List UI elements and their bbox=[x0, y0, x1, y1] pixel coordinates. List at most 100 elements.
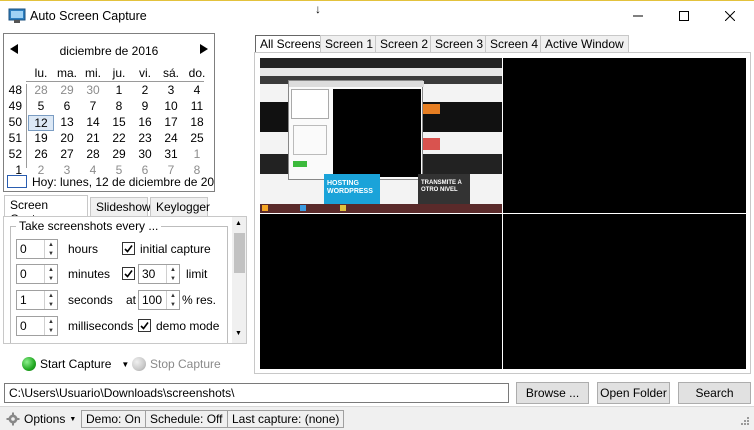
calendar-day[interactable]: 5 bbox=[28, 99, 54, 115]
calendar-day[interactable]: 26 bbox=[28, 147, 54, 163]
calendar-day[interactable]: 31 bbox=[158, 147, 184, 163]
minutes-stepper[interactable]: 0 ▲ ▼ bbox=[16, 264, 58, 284]
calendar-day[interactable]: 6 bbox=[54, 99, 80, 115]
calendar-day[interactable]: 22 bbox=[106, 131, 132, 147]
resolution-value: 100 bbox=[142, 293, 163, 307]
calendar-month-label[interactable]: diciembre de 2016 bbox=[4, 44, 214, 58]
screen-capture-panel: Take screenshots every ... 0 ▲ ▼ hours in… bbox=[3, 216, 247, 344]
maximize-icon bbox=[679, 11, 689, 21]
calendar-day[interactable]: 2 bbox=[132, 83, 158, 99]
chevron-up-icon[interactable]: ▲ bbox=[45, 265, 57, 274]
screens-preview-panel: HOSTING WORDPRESS TRANSMITE A OTRO NIVEL bbox=[254, 52, 751, 374]
scroll-down-icon[interactable]: ▼ bbox=[235, 330, 242, 337]
tab-slideshow[interactable]: Slideshow bbox=[90, 197, 151, 216]
calendar-day[interactable]: 8 bbox=[106, 99, 132, 115]
tab-active-window[interactable]: Active Window bbox=[540, 35, 629, 52]
chevron-down-icon[interactable]: ▼ bbox=[45, 249, 57, 258]
calendar-day[interactable]: 24 bbox=[158, 131, 184, 147]
initial-capture-checkbox[interactable] bbox=[122, 242, 135, 255]
calendar-day[interactable]: 7 bbox=[80, 99, 106, 115]
calendar-day[interactable]: 11 bbox=[184, 99, 210, 115]
calendar-day[interactable]: 14 bbox=[80, 115, 106, 131]
calendar-day[interactable]: 19 bbox=[28, 131, 54, 147]
limit-checkbox[interactable] bbox=[122, 267, 135, 280]
options-dropdown[interactable]: Options ▼ bbox=[2, 410, 80, 428]
calendar-day[interactable]: 25 bbox=[184, 131, 210, 147]
calendar-today-link[interactable]: Hoy: lunes, 12 de diciembre de 2016 bbox=[32, 175, 214, 189]
screen-2-preview[interactable] bbox=[503, 58, 746, 213]
demo-mode-checkbox[interactable] bbox=[138, 319, 151, 332]
calendar-day[interactable]: 15 bbox=[106, 115, 132, 131]
milliseconds-stepper[interactable]: 0 ▲ ▼ bbox=[16, 316, 58, 336]
tab-screen-1[interactable]: Screen 1 bbox=[320, 35, 379, 52]
calendar-day[interactable]: 20 bbox=[54, 131, 80, 147]
chevron-right-icon bbox=[200, 44, 208, 54]
calendar-day[interactable]: 9 bbox=[132, 99, 158, 115]
resolution-stepper[interactable]: 100 ▲ ▼ bbox=[138, 290, 180, 310]
calendar-day-name: mi. bbox=[85, 66, 101, 80]
stop-capture-button[interactable]: Stop Capture bbox=[132, 354, 221, 374]
month-calendar[interactable]: diciembre de 2016 lu. ma. mi. ju. vi. sá. do. 4… bbox=[3, 33, 215, 192]
resize-grip-icon[interactable] bbox=[740, 415, 750, 429]
check-icon bbox=[124, 270, 133, 278]
chevron-up-icon[interactable]: ▲ bbox=[45, 291, 57, 300]
calendar-next-button[interactable] bbox=[200, 43, 210, 54]
tab-screen-2[interactable]: Screen 2 bbox=[375, 35, 434, 52]
search-button[interactable]: Search bbox=[678, 382, 751, 404]
gear-icon bbox=[6, 412, 20, 426]
calendar-day[interactable]: 13 bbox=[54, 115, 80, 131]
calendar-day[interactable]: 30 bbox=[132, 147, 158, 163]
chevron-down-icon[interactable]: ▼ bbox=[45, 326, 57, 335]
chevron-down-icon[interactable]: ▼ bbox=[167, 300, 179, 309]
chevron-down-icon[interactable]: ▼ bbox=[121, 360, 129, 369]
calendar-day[interactable]: 28 bbox=[80, 147, 106, 163]
chevron-up-icon[interactable]: ▲ bbox=[167, 291, 179, 300]
calendar-day[interactable]: 18 bbox=[184, 115, 210, 131]
browse-button[interactable]: Browse ... bbox=[516, 382, 589, 404]
maximize-button[interactable] bbox=[661, 1, 707, 31]
folder-path-input[interactable] bbox=[4, 383, 509, 403]
limit-stepper[interactable]: 30 ▲ ▼ bbox=[138, 264, 180, 284]
chevron-up-icon[interactable]: ▲ bbox=[45, 317, 57, 326]
chevron-up-icon[interactable]: ▲ bbox=[167, 265, 179, 274]
screen-1-preview[interactable]: HOSTING WORDPRESS TRANSMITE A OTRO NIVEL bbox=[260, 58, 502, 213]
tab-keylogger[interactable]: Keylogger bbox=[150, 197, 210, 216]
calendar-day[interactable]: 1 bbox=[106, 83, 132, 99]
calendar-day[interactable]: 4 bbox=[184, 83, 210, 99]
calendar-day[interactable]: 12 bbox=[28, 115, 54, 131]
chevron-down-icon[interactable]: ▼ bbox=[167, 274, 179, 283]
calendar-day[interactable]: 21 bbox=[80, 131, 106, 147]
screen-3-preview[interactable] bbox=[260, 214, 502, 369]
tab-all-screens[interactable]: All Screens bbox=[255, 35, 326, 52]
minimize-button[interactable] bbox=[615, 1, 661, 31]
scroll-up-icon[interactable]: ▲ bbox=[235, 220, 242, 227]
tab-screen-3[interactable]: Screen 3 bbox=[430, 35, 489, 52]
chevron-up-icon[interactable]: ▲ bbox=[45, 240, 57, 249]
tab-screen-capture[interactable]: Screen Capture bbox=[4, 195, 88, 226]
milliseconds-label: milliseconds bbox=[68, 319, 134, 333]
calendar-week-number: 52 bbox=[8, 147, 22, 161]
calendar-day[interactable]: 16 bbox=[132, 115, 158, 131]
chevron-down-icon[interactable]: ▼ bbox=[45, 300, 57, 309]
panel-scrollbar[interactable]: ▲ ▼ bbox=[232, 217, 246, 343]
calendar-week-divider bbox=[26, 84, 27, 168]
calendar-day[interactable]: 10 bbox=[158, 99, 184, 115]
close-button[interactable] bbox=[707, 1, 753, 31]
calendar-day[interactable]: 23 bbox=[132, 131, 158, 147]
chevron-down-icon[interactable]: ▼ bbox=[45, 274, 57, 283]
screen-4-preview[interactable] bbox=[503, 214, 746, 369]
seconds-stepper[interactable]: 1 ▲ ▼ bbox=[16, 290, 58, 310]
calendar-day[interactable]: 3 bbox=[158, 83, 184, 99]
calendar-day[interactable]: 30 bbox=[80, 83, 106, 99]
calendar-day[interactable]: 27 bbox=[54, 147, 80, 163]
hours-stepper[interactable]: 0 ▲ ▼ bbox=[16, 239, 58, 259]
calendar-day[interactable]: 29 bbox=[106, 147, 132, 163]
open-folder-button[interactable]: Open Folder bbox=[597, 382, 670, 404]
scrollbar-thumb[interactable] bbox=[234, 233, 245, 273]
calendar-day[interactable]: 17 bbox=[158, 115, 184, 131]
calendar-day[interactable]: 29 bbox=[54, 83, 80, 99]
calendar-day[interactable]: 1 bbox=[184, 147, 210, 163]
calendar-day[interactable]: 28 bbox=[28, 83, 54, 99]
start-capture-button[interactable]: Start Capture ▼ bbox=[22, 354, 129, 374]
tab-screen-4[interactable]: Screen 4 bbox=[485, 35, 544, 52]
